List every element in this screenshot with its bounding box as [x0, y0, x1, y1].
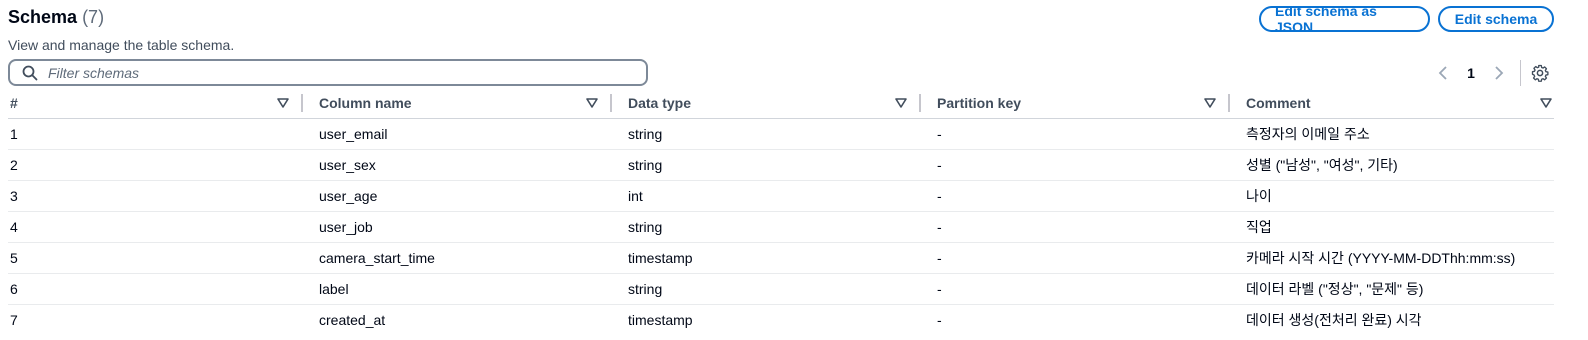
- schema-table: # Column name Data type Partition key Co…: [8, 88, 1554, 335]
- column-divider[interactable]: [610, 94, 612, 112]
- caret-down-icon[interactable]: [1540, 98, 1552, 108]
- column-divider[interactable]: [301, 94, 303, 112]
- cell-column-name: user_sex: [317, 149, 626, 181]
- cell-index: 1: [8, 118, 317, 150]
- schema-count: (7): [82, 7, 105, 27]
- cell-comment: 데이터 라벨 ("정상", "문제" 등): [1244, 273, 1554, 305]
- cell-column-name: user_age: [317, 180, 626, 212]
- table-header-row: # Column name Data type Partition key Co…: [8, 88, 1554, 119]
- table-row[interactable]: 3 user_age int - 나이: [8, 180, 1554, 212]
- cell-partition-key: -: [935, 118, 1244, 150]
- pagination: 1: [1432, 60, 1551, 86]
- column-header-label: Comment: [1246, 95, 1311, 111]
- page-title: Schema (7): [8, 7, 104, 28]
- column-header-label: Data type: [628, 95, 692, 111]
- column-header-name[interactable]: Column name: [317, 88, 626, 119]
- cell-comment: 측정자의 이메일 주소: [1244, 118, 1554, 150]
- cell-data-type: int: [626, 180, 935, 212]
- cell-column-name: created_at: [319, 312, 386, 328]
- cell-comment: 카메라 시작 시간 (YYYY-MM-DDThh:mm:ss): [1244, 242, 1554, 274]
- table-row[interactable]: 5 camera_start_time timestamp - 카메라 시작 시…: [8, 242, 1554, 274]
- table-row[interactable]: 7 created_at timestamp - 데이터 생성(전처리 완료) …: [8, 305, 1554, 336]
- column-header-label: #: [10, 95, 18, 111]
- filter-box[interactable]: [8, 59, 648, 86]
- table-row[interactable]: 4 user_job string - 직업: [8, 211, 1554, 243]
- cell-data-type: timestamp: [628, 312, 693, 328]
- edit-schema-json-button[interactable]: Edit schema as JSON: [1259, 3, 1430, 35]
- filter-input[interactable]: [46, 63, 630, 82]
- cell-comment: 직업: [1244, 211, 1554, 243]
- page-number[interactable]: 1: [1454, 65, 1488, 81]
- page-description: View and manage the table schema.: [8, 37, 235, 53]
- cell-partition-key: -: [935, 273, 1244, 305]
- cell-partition-key: -: [935, 149, 1244, 181]
- cell-comment: 나이: [1244, 180, 1554, 212]
- cell-index: 6: [8, 273, 317, 305]
- column-header-type[interactable]: Data type: [626, 88, 935, 119]
- pager-divider: [1520, 60, 1521, 86]
- title-text: Schema: [8, 7, 78, 27]
- edit-schema-button[interactable]: Edit schema: [1438, 6, 1554, 32]
- column-divider[interactable]: [919, 94, 921, 112]
- cell-data-type: string: [626, 273, 935, 305]
- table-row[interactable]: 6 label string - 데이터 라벨 ("정상", "문제" 등): [8, 273, 1554, 305]
- column-header-label: Column name: [319, 95, 412, 111]
- search-icon: [22, 65, 38, 80]
- cell-index: 3: [8, 180, 317, 212]
- column-header-comment[interactable]: Comment: [1244, 88, 1554, 119]
- cell-column-name: user_job: [317, 211, 626, 243]
- cell-partition-key: -: [937, 312, 942, 328]
- cell-column-name: user_email: [317, 118, 626, 150]
- cell-index: 4: [8, 211, 317, 243]
- caret-down-icon[interactable]: [277, 98, 289, 108]
- cell-partition-key: -: [935, 211, 1244, 243]
- cell-partition-key: -: [935, 242, 1244, 274]
- caret-down-icon[interactable]: [586, 98, 598, 108]
- cell-data-type: string: [626, 149, 935, 181]
- caret-down-icon[interactable]: [1204, 98, 1216, 108]
- table-row[interactable]: 1 user_email string - 측정자의 이메일 주소: [8, 118, 1554, 150]
- gear-icon[interactable]: [1529, 62, 1551, 84]
- cell-column-name: camera_start_time: [317, 242, 626, 274]
- cell-index: 5: [8, 242, 317, 274]
- table-row[interactable]: 2 user_sex string - 성별 ("남성", "여성", 기타): [8, 149, 1554, 181]
- column-divider[interactable]: [1228, 94, 1230, 112]
- cell-comment: 성별 ("남성", "여성", 기타): [1244, 149, 1554, 181]
- cell-data-type: string: [626, 211, 935, 243]
- cell-data-type: string: [626, 118, 935, 150]
- column-header-index[interactable]: #: [8, 88, 317, 119]
- column-header-partition[interactable]: Partition key: [935, 88, 1244, 119]
- column-header-label: Partition key: [937, 95, 1022, 111]
- cell-data-type: timestamp: [626, 242, 935, 274]
- chevron-right-icon[interactable]: [1488, 62, 1510, 84]
- schema-panel: Schema (7) View and manage the table sch…: [0, 0, 1588, 340]
- cell-comment: 데이터 생성(전처리 완료) 시각: [1246, 312, 1422, 328]
- cell-index: 7: [10, 312, 18, 328]
- chevron-left-icon[interactable]: [1432, 62, 1454, 84]
- caret-down-icon[interactable]: [895, 98, 907, 108]
- cell-index: 2: [8, 149, 317, 181]
- cell-partition-key: -: [935, 180, 1244, 212]
- cell-column-name: label: [317, 273, 626, 305]
